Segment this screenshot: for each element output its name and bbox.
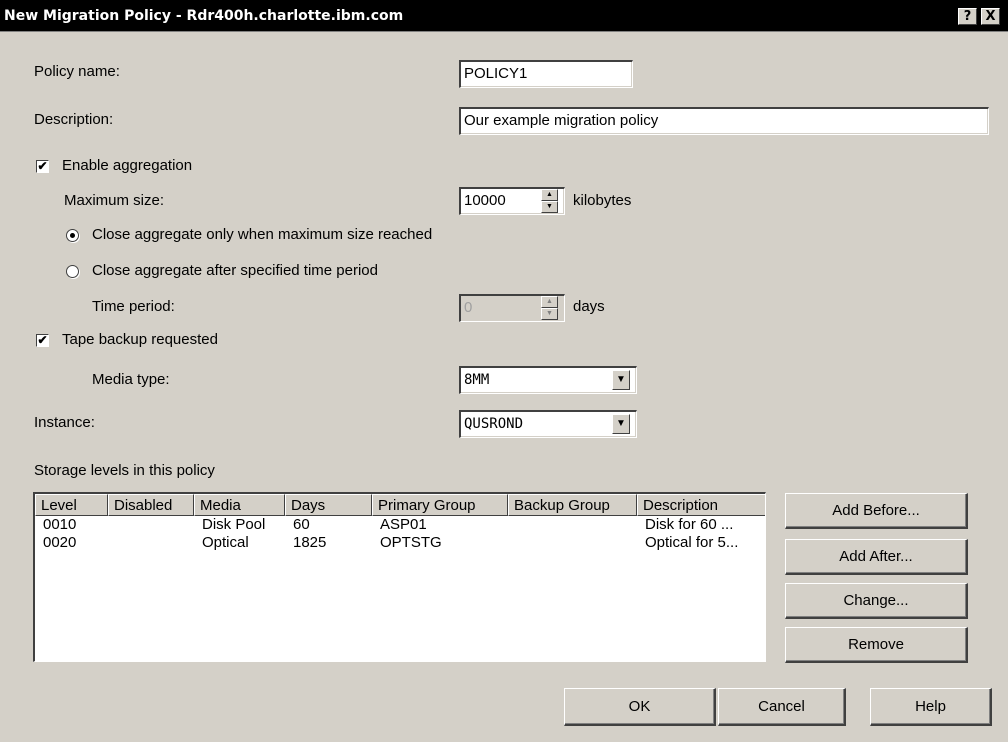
storage-levels-label: Storage levels in this policy [34, 462, 215, 479]
close-after-time-radio[interactable] [66, 265, 79, 278]
chevron-down-icon[interactable]: ▼ [612, 370, 630, 390]
change-button[interactable]: Change... [785, 583, 968, 619]
storage-levels-list[interactable]: Level Disabled Media Days Primary Group … [33, 492, 766, 662]
cell-description: Optical for 5... [645, 534, 739, 551]
time-period-spinner[interactable]: ▲ ▼ [541, 296, 558, 320]
instance-dropdown[interactable]: QUSROND [459, 410, 637, 438]
ok-button[interactable]: OK [564, 688, 716, 726]
enable-aggregation-checkbox[interactable]: ✔ [36, 160, 49, 173]
column-header-backup-group[interactable]: Backup Group [508, 494, 637, 516]
time-period-label: Time period: [92, 298, 175, 315]
cell-media: Optical [202, 534, 249, 551]
description-field[interactable]: Our example migration policy [459, 107, 989, 135]
max-size-label: Maximum size: [64, 192, 165, 209]
help-title-button[interactable]: ? [958, 8, 977, 25]
cancel-button[interactable]: Cancel [718, 688, 846, 726]
max-size-unit: kilobytes [573, 192, 632, 209]
tape-backup-label: Tape backup requested [62, 331, 218, 348]
cell-description: Disk for 60 ... [645, 516, 734, 533]
cell-level: 0020 [43, 534, 77, 551]
migration-policy-dialog: New Migration Policy - Rdr400h.charlotte… [0, 0, 1008, 742]
cell-level: 0010 [43, 516, 77, 533]
column-header-disabled[interactable]: Disabled [108, 494, 194, 516]
cell-media: Disk Pool [202, 516, 266, 533]
cell-days: 60 [293, 516, 310, 533]
close-at-max-size-label: Close aggregate only when maximum size r… [92, 226, 433, 243]
media-type-label: Media type: [92, 371, 170, 388]
column-header-level[interactable]: Level [35, 494, 108, 516]
window-title: New Migration Policy - Rdr400h.charlotte… [4, 8, 404, 24]
add-before-button[interactable]: Add Before... [785, 493, 968, 529]
column-header-media[interactable]: Media [194, 494, 285, 516]
spin-down-icon[interactable]: ▼ [541, 308, 558, 320]
column-header-primary-group[interactable]: Primary Group [372, 494, 508, 516]
column-header-description[interactable]: Description [637, 494, 765, 516]
description-label: Description: [34, 111, 114, 128]
spin-up-icon[interactable]: ▲ [541, 189, 558, 201]
cell-days: 1825 [293, 534, 327, 551]
column-header-days[interactable]: Days [285, 494, 372, 516]
max-size-spinner[interactable]: ▲ ▼ [541, 189, 558, 213]
close-title-button[interactable]: X [981, 8, 1000, 25]
cell-primary-group: ASP01 [380, 516, 427, 533]
enable-aggregation-label: Enable aggregation [62, 157, 193, 174]
cell-primary-group: OPTSTG [380, 534, 442, 551]
policy-name-label: Policy name: [34, 63, 120, 80]
media-type-dropdown[interactable]: 8MM [459, 366, 637, 394]
remove-button[interactable]: Remove [785, 627, 968, 663]
help-button[interactable]: Help [870, 688, 992, 726]
chevron-down-icon[interactable]: ▼ [612, 414, 630, 434]
title-bar: New Migration Policy - Rdr400h.charlotte… [0, 0, 1008, 32]
time-period-unit: days [573, 298, 605, 315]
close-after-time-label: Close aggregate after specified time per… [92, 262, 378, 279]
add-after-button[interactable]: Add After... [785, 539, 968, 575]
spin-up-icon[interactable]: ▲ [541, 296, 558, 308]
instance-label: Instance: [34, 414, 95, 431]
policy-name-field[interactable]: POLICY1 [459, 60, 633, 88]
close-at-max-size-radio[interactable] [66, 229, 79, 242]
spin-down-icon[interactable]: ▼ [541, 201, 558, 213]
tape-backup-checkbox[interactable]: ✔ [36, 334, 49, 347]
